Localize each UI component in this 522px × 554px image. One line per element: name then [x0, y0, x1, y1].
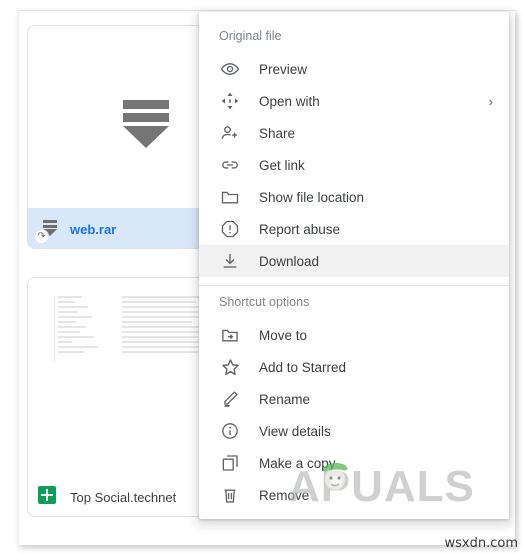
- menu-item-label: Open with: [259, 93, 320, 109]
- menu-item-label: Add to Starred: [259, 359, 347, 375]
- screenshot-root: ↷ web.rar Top Social.technet Original fi…: [0, 0, 522, 554]
- chevron-right-icon: ›: [488, 93, 493, 109]
- rar-archive-icon: ↷: [34, 218, 60, 244]
- menu-item-label: Share: [259, 125, 296, 141]
- menu-item-label: Remove: [259, 487, 310, 503]
- menu-item-remove[interactable]: Remove: [199, 479, 509, 511]
- menu-item-label: Report abuse: [259, 221, 341, 237]
- menu-item-preview[interactable]: Preview: [199, 53, 509, 85]
- folder-icon: [219, 186, 241, 208]
- star-icon: [219, 356, 241, 378]
- menu-item-label: Get link: [259, 157, 305, 173]
- trash-icon: [219, 484, 241, 506]
- download-icon: [219, 250, 241, 272]
- move-to-folder-icon: [219, 324, 241, 346]
- menu-item-show-file-location[interactable]: Show file location: [199, 181, 509, 213]
- menu-item-open-with[interactable]: Open with ›: [199, 85, 509, 117]
- context-menu[interactable]: Original file Preview Open with › Share …: [199, 12, 509, 519]
- menu-item-label: View details: [259, 423, 331, 439]
- menu-section-title-original-file: Original file: [219, 29, 282, 43]
- copy-icon: [219, 452, 241, 474]
- menu-item-rename[interactable]: Rename: [199, 383, 509, 415]
- file-name-rar: web.rar: [70, 221, 117, 237]
- menu-item-get-link[interactable]: Get link: [199, 149, 509, 181]
- menu-item-label: Preview: [259, 61, 308, 77]
- menu-item-label: Rename: [259, 391, 311, 407]
- link-icon: [219, 154, 241, 176]
- report-abuse-icon: [219, 218, 241, 240]
- menu-item-move-to[interactable]: Move to: [199, 319, 509, 351]
- menu-item-label: Make a copy: [259, 455, 336, 471]
- menu-item-label: Download: [259, 253, 320, 269]
- eye-icon: [219, 58, 241, 80]
- info-icon: [219, 420, 241, 442]
- menu-item-download[interactable]: Download: [199, 245, 509, 277]
- menu-item-label: Show file location: [259, 189, 365, 205]
- pencil-icon: [219, 388, 241, 410]
- menu-item-report-abuse[interactable]: Report abuse: [199, 213, 509, 245]
- open-with-icon: [219, 90, 241, 112]
- site-watermark: wsxdn.com: [444, 536, 519, 551]
- file-name-sheet: Top Social.technet: [70, 489, 177, 505]
- menu-item-label: Move to: [259, 327, 308, 343]
- menu-item-make-a-copy[interactable]: Make a copy: [199, 447, 509, 479]
- menu-item-add-to-starred[interactable]: Add to Starred: [199, 351, 509, 383]
- shortcut-badge-icon: ↷: [34, 229, 49, 244]
- person-add-icon: [219, 122, 241, 144]
- google-sheets-icon: [38, 486, 60, 508]
- rar-archive-icon: [123, 100, 169, 148]
- menu-item-share[interactable]: Share: [199, 117, 509, 149]
- menu-item-view-details[interactable]: View details: [199, 415, 509, 447]
- menu-section-title-shortcut-options: Shortcut options: [219, 295, 310, 309]
